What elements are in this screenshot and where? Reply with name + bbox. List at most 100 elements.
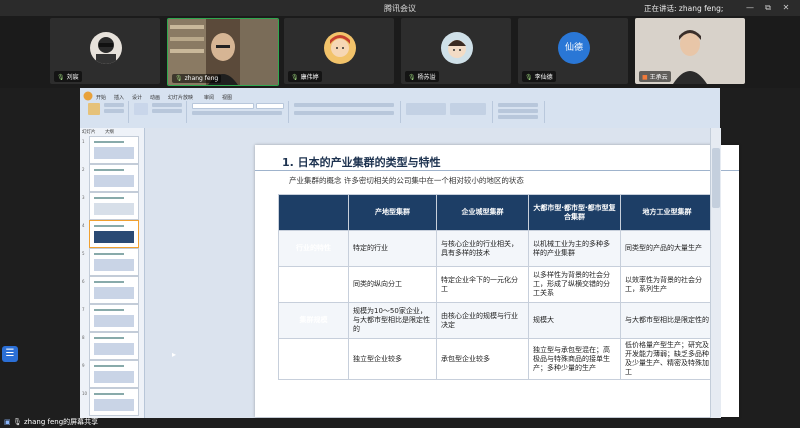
share-status-bar: ▣ 🎙 zhang feng的屏幕共享 — [0, 414, 300, 428]
participant-tile[interactable]: 仙德 🎙 李仙德 — [518, 18, 628, 84]
mic-icon: 🎙 — [175, 75, 183, 82]
ribbon-tab-design[interactable]: 设计 — [132, 94, 142, 101]
avatar — [90, 32, 122, 64]
slide-thumbnail[interactable]: 5 — [82, 248, 139, 276]
ribbon-group-drawing — [402, 101, 493, 123]
ribbon-group-font — [188, 101, 289, 123]
table-cell: 特定的行业 — [348, 230, 437, 267]
column-header: 产地型集群 — [348, 194, 437, 231]
slide-title: 1. 日本的产业集群的类型与特性 — [282, 156, 441, 169]
cluster-table: 产地型集群 企业城型集群 大都市型·都市型·都市型复合集群 地方工业型集群 行业… — [278, 194, 714, 380]
share-icon: ▣ — [4, 418, 11, 426]
slide: 1. 日本的产业集群的类型与特性 产业集群的概念 许多密切相关的公司集中在一个相… — [255, 145, 739, 417]
ribbon-group-editing — [494, 101, 545, 123]
table-cell: 以机械工业为主的多种多样的产业集群 — [528, 230, 621, 267]
column-header: 大都市型·都市型·都市型复合集群 — [528, 194, 621, 231]
avatar — [324, 32, 356, 64]
ribbon-group-clipboard — [84, 101, 129, 123]
ribbon-tab-animation[interactable]: 动画 — [150, 94, 160, 101]
ribbon-tab-home[interactable]: 开始 — [96, 94, 106, 101]
row-header: 社会分工结构 — [278, 266, 349, 303]
slide-thumbnail[interactable]: 2 — [82, 164, 139, 192]
slide-thumbnail[interactable]: 9 — [82, 360, 139, 388]
slide-thumbnail[interactable]: 6 — [82, 276, 139, 304]
participant-tile[interactable]: ■ 王承云 — [635, 18, 745, 84]
participant-name: 🎙 李仙德 — [522, 71, 556, 82]
ppt-ribbon: 开始 插入 设计 动画 幻灯片放映 审阅 视图 — [80, 88, 720, 129]
shared-screen: 开始 插入 设计 动画 幻灯片放映 审阅 视图 幻灯片 大纲 1 2 3 4 5… — [80, 88, 739, 418]
row-header: 集群规模 — [278, 302, 349, 339]
ribbon-group-paragraph — [290, 101, 401, 123]
participant-name: ■ 王承云 — [639, 71, 671, 82]
participant-tile-active[interactable]: 🎙 zhang feng — [167, 18, 279, 86]
participant-name: 🎙 zhang feng — [172, 74, 222, 83]
close-button[interactable]: ✕ — [780, 2, 792, 13]
panel-tabs: 幻灯片 大纲 — [82, 129, 114, 135]
row-header: 企业形态 — [278, 338, 349, 380]
table-cell: 承包型企业较多 — [436, 338, 529, 380]
slide-subtitle: 产业集群的概念 许多密切相关的公司集中在一个相对较小的地区的状态 — [289, 176, 524, 185]
ribbon-group-slides — [130, 101, 187, 123]
table-row: 企业形态 独立型企业较多 承包型企业较多 独立型与承包型混在；高极品与特殊商品的… — [278, 338, 714, 380]
table-cell: 与核心企业的行业相关，具有多样的技术 — [436, 230, 529, 267]
table-cell: 与大都市型相比是限定性的 — [620, 302, 714, 339]
row-header: 行业的特性 — [278, 230, 349, 267]
table-cell: 低价格量产型生产；研究及开发能力薄弱；缺乏多品种及少量生产、精密及特殊加工 — [620, 338, 714, 380]
column-header: 地方工业型集群 — [620, 194, 714, 231]
panel-tab-outline[interactable]: 大纲 — [105, 130, 114, 135]
ribbon-tab-slideshow[interactable]: 幻灯片放映 — [168, 94, 193, 101]
mic-icon: 🎙 — [12, 418, 22, 426]
participant-strip: 🎙 刘宸 🎙 zhang feng 🎙 康伟婷 🎙 杨苏溢 仙德 🎙 李仙德 ■… — [0, 16, 800, 88]
mic-muted-icon: 🎙 — [57, 74, 65, 81]
office-button-icon[interactable] — [83, 91, 93, 101]
table-cell: 以效率性为背景的社会分工，系列生产 — [620, 266, 714, 303]
table-cell: 独立型与承包型混在；高极品与特殊商品的接单生产；多种少量的生产 — [528, 338, 621, 380]
slide-thumbnail[interactable]: 10 — [82, 388, 139, 416]
mouse-cursor-icon: ▸ — [172, 350, 177, 359]
table-cell: 特定企业伞下的一元化分工 — [436, 266, 529, 303]
participant-name: 🎙 杨苏溢 — [405, 71, 439, 82]
title-bar: 腾讯会议 正在讲话: zhang feng; — ⧉ ✕ — [0, 0, 800, 16]
screen-share-label: ▣ 🎙 zhang feng的屏幕共享 — [4, 418, 99, 426]
mic-muted-icon: ■ — [642, 74, 648, 81]
slide-thumbnail[interactable]: 3 — [82, 192, 139, 220]
column-header: 企业城型集群 — [436, 194, 529, 231]
minimize-button[interactable]: — — [744, 2, 756, 13]
table-cell: 由核心企业的规模与行业决定 — [436, 302, 529, 339]
mic-muted-icon: 🎙 — [525, 74, 533, 81]
slide-thumbnail-selected[interactable]: 4 — [82, 220, 139, 248]
avatar: 仙德 — [558, 32, 590, 64]
scroll-thumb[interactable] — [712, 148, 720, 208]
vertical-scrollbar[interactable] — [710, 128, 721, 418]
table-row: 社会分工结构 同类的纵向分工 特定企业伞下的一元化分工 以多样性为背景的社会分工… — [278, 266, 714, 303]
participant-name: 🎙 刘宸 — [54, 71, 82, 82]
slide-thumbnail[interactable]: 8 — [82, 332, 139, 360]
table-corner — [278, 194, 349, 231]
speaking-indicator: 正在讲话: zhang feng; — [644, 4, 724, 13]
participant-name: 🎙 康伟婷 — [288, 71, 322, 82]
mic-muted-icon: 🎙 — [408, 74, 416, 81]
slide-canvas: 1. 日本的产业集群的类型与特性 产业集群的概念 许多密切相关的公司集中在一个相… — [145, 128, 739, 418]
slide-thumbnail-panel: 幻灯片 大纲 1 2 3 4 5 6 7 8 9 10 — [80, 128, 145, 418]
table-cell: 以多样性为背景的社会分工，形成了纵横交错的分工关系 — [528, 266, 621, 303]
ribbon-tab-view[interactable]: 视图 — [222, 94, 232, 101]
slide-thumbnail[interactable]: 7 — [82, 304, 139, 332]
slide-thumbnail[interactable]: 1 — [82, 136, 139, 164]
restore-button[interactable]: ⧉ — [762, 2, 774, 13]
table-row: 行业的特性 特定的行业 与核心企业的行业相关，具有多样的技术 以机械工业为主的多… — [278, 230, 714, 267]
panel-tab-slides[interactable]: 幻灯片 — [82, 130, 96, 135]
table-header-row: 产地型集群 企业城型集群 大都市型·都市型·都市型复合集群 地方工业型集群 — [278, 194, 714, 231]
participant-tile[interactable]: 🎙 刘宸 — [50, 18, 160, 84]
participant-tile[interactable]: 🎙 杨苏溢 — [401, 18, 511, 84]
avatar — [441, 32, 473, 64]
title-rule — [255, 170, 739, 171]
table-cell: 独立型企业较多 — [348, 338, 437, 380]
ribbon-tab-insert[interactable]: 插入 — [114, 94, 124, 101]
participant-tile[interactable]: 🎙 康伟婷 — [284, 18, 394, 84]
mic-muted-icon: 🎙 — [291, 74, 299, 81]
ribbon-tab-review[interactable]: 审阅 — [204, 94, 214, 101]
member-list-icon[interactable]: ☰ — [2, 346, 18, 362]
table-cell: 同类的纵向分工 — [348, 266, 437, 303]
table-cell: 规模大 — [528, 302, 621, 339]
table-cell: 规模为10～50家企业，与大都市型相比是限定性的 — [348, 302, 437, 339]
